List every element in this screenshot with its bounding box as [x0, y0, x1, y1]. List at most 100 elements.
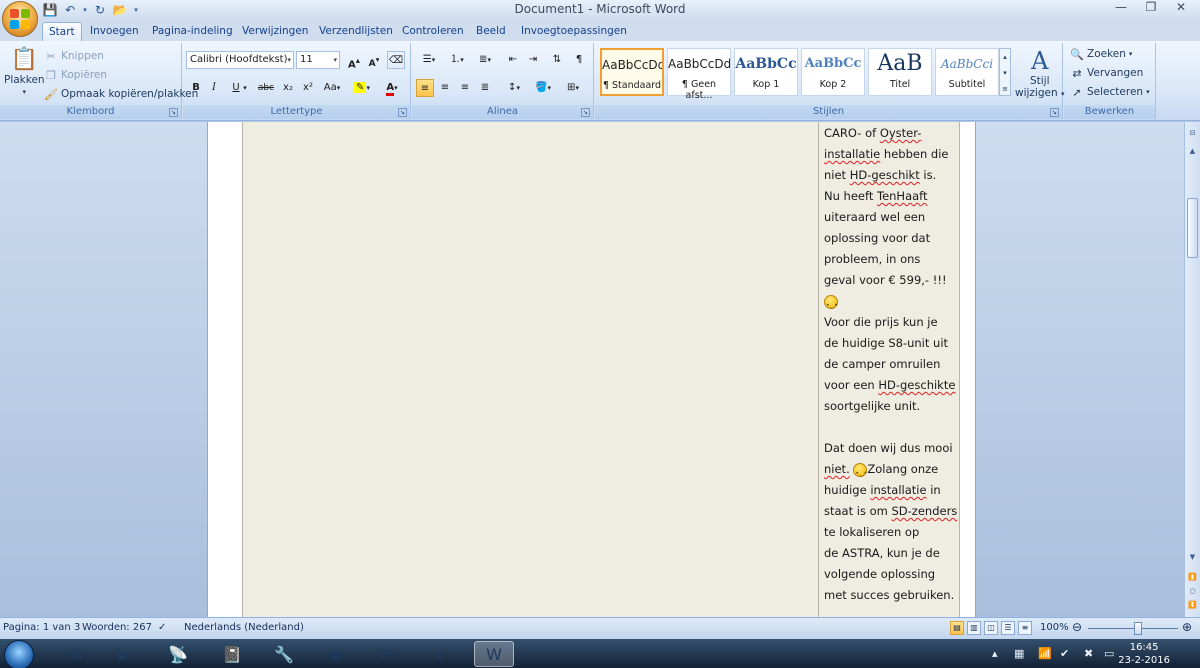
highlight-button[interactable]: ✎ ▾ — [349, 79, 375, 97]
strikethrough-button[interactable]: abc — [255, 79, 277, 97]
clear-formatting-icon[interactable]: ⌫ — [387, 51, 405, 69]
satellite-app-icon[interactable]: 📡 — [158, 641, 198, 667]
scroll-down-icon[interactable]: ▼ — [1186, 550, 1199, 564]
tab-invoegtoepassingen[interactable]: Invoegtoepassingen — [515, 22, 633, 41]
style-kop-1[interactable]: AaBbCc Kop 1 — [734, 48, 798, 96]
change-case-button[interactable]: Aa▾ — [321, 79, 343, 97]
select-button[interactable]: ➚ Selecteren ▾ — [1070, 85, 1149, 99]
style-titel[interactable]: AaB Titel — [868, 48, 932, 96]
paragraph-launcher-icon[interactable]: ↘ — [581, 108, 590, 117]
draft-view-icon[interactable]: ≡ — [1018, 621, 1032, 635]
windows-start-icon[interactable] — [4, 640, 34, 668]
document-text[interactable]: CARO- of Oyster- installatie hebben die … — [824, 123, 964, 606]
cut-button[interactable]: ✂ Knippen — [44, 49, 104, 63]
tab-controleren[interactable]: Controleren — [396, 22, 470, 41]
outline-view-icon[interactable]: ☰ — [1001, 621, 1015, 635]
font-launcher-icon[interactable]: ↘ — [398, 108, 407, 117]
align-right-icon[interactable]: ≡ — [456, 79, 474, 97]
close-button[interactable]: ✕ — [1166, 0, 1196, 16]
zoom-level[interactable]: 100% — [1040, 622, 1069, 633]
shrink-font-button[interactable]: A▾ — [365, 51, 383, 69]
document-page[interactable]: CARO- of Oyster- installatie hebben die … — [207, 122, 976, 617]
style-standaard[interactable]: AaBbCcDd ¶ Standaard — [600, 48, 664, 96]
previous-page-icon[interactable]: ⏫ — [1186, 570, 1199, 584]
style-kop-2[interactable]: AaBbCc Kop 2 — [801, 48, 865, 96]
align-center-icon[interactable]: ≡ — [436, 79, 454, 97]
tab-start[interactable]: Start — [42, 22, 82, 41]
tray-monitor-icon[interactable]: ▭ — [1104, 647, 1114, 660]
bold-button[interactable]: B — [187, 79, 205, 97]
tab-verwijzingen[interactable]: Verwijzingen — [236, 22, 314, 41]
word-count[interactable]: Woorden: 267 — [82, 622, 152, 633]
line-spacing-button[interactable]: ↕▾ — [502, 79, 526, 97]
style-subtitel[interactable]: AaBbCci Subtitel — [935, 48, 999, 96]
styles-gallery-scroll[interactable]: ▴ ▾ ≡ — [999, 48, 1011, 96]
clipboard-launcher-icon[interactable]: ↘ — [169, 108, 178, 117]
find-button[interactable]: 🔍 Zoeken ▾ — [1070, 47, 1132, 61]
next-page-icon[interactable]: ⏬ — [1186, 598, 1199, 612]
tab-pagina-indeling[interactable]: Pagina-indeling — [146, 22, 239, 41]
office-button[interactable] — [2, 1, 38, 37]
page-indicator[interactable]: Pagina: 1 van 3 — [3, 622, 80, 633]
tray-expand-icon[interactable]: ▴ — [992, 647, 998, 660]
sort-icon[interactable]: ⇅ — [548, 51, 566, 69]
volume-muted-icon[interactable]: ✖ — [1084, 647, 1093, 660]
notes-app-icon[interactable]: 📓 — [212, 641, 252, 667]
font-name-combo[interactable]: Calibri (Hoofdtekst) ▾ — [186, 51, 294, 69]
change-styles-button[interactable]: A Stijl wijzigen ▾ — [1015, 47, 1065, 99]
underline-dropdown-icon[interactable]: ▾ — [241, 79, 249, 97]
zoom-slider-thumb[interactable] — [1133, 622, 1142, 635]
replace-button[interactable]: ⇄ Vervangen — [1070, 66, 1143, 80]
minimize-button[interactable]: — — [1106, 0, 1136, 16]
grow-font-button[interactable]: A▴ — [345, 51, 363, 70]
subscript-button[interactable]: x₂ — [279, 79, 297, 97]
full-screen-reading-icon[interactable]: ▥ — [967, 621, 981, 635]
superscript-button[interactable]: x² — [299, 79, 317, 97]
bullets-button[interactable]: ☰▾ — [416, 51, 442, 69]
format-painter-button[interactable]: 🖌 Opmaak kopiëren/plakken — [44, 87, 198, 101]
font-color-button[interactable]: A▾ — [379, 79, 405, 97]
outlook-icon[interactable]: ✉ — [368, 641, 408, 667]
table-cell-left[interactable] — [242, 122, 819, 617]
media-player-icon[interactable]: ▶ — [104, 641, 144, 667]
font-size-combo[interactable]: 11 ▾ — [296, 51, 340, 69]
align-left-icon[interactable]: ≡ — [416, 79, 434, 97]
increase-indent-icon[interactable]: ⇥ — [524, 51, 542, 69]
restore-button[interactable]: ❐ — [1136, 0, 1166, 16]
scroll-up-icon[interactable]: ▲ — [1186, 144, 1199, 158]
italic-button[interactable]: I — [205, 79, 223, 97]
zoom-out-icon[interactable]: ⊖ — [1072, 620, 1082, 634]
multilevel-list-button[interactable]: ≣▾ — [472, 51, 498, 69]
style-geen-afstand[interactable]: AaBbCcDd ¶ Geen afst... — [667, 48, 731, 101]
tab-invoegen[interactable]: Invoegen — [84, 22, 145, 41]
clock[interactable]: 16:45 23-2-2016 — [1118, 641, 1170, 667]
tray-check-icon[interactable]: ✔ — [1060, 647, 1069, 660]
teamviewer-icon[interactable]: ⇆ — [56, 641, 96, 667]
web-layout-icon[interactable]: ◫ — [984, 621, 998, 635]
copy-button[interactable]: ❐ Kopiëren — [44, 68, 107, 82]
zoom-in-icon[interactable]: ⊕ — [1182, 620, 1192, 634]
word-taskbar-icon[interactable]: W — [474, 641, 514, 667]
justify-icon[interactable]: ≣ — [476, 79, 494, 97]
borders-button[interactable]: ⊞▾ — [560, 79, 586, 97]
proofing-icon[interactable]: ✓ — [158, 622, 166, 633]
internet-explorer-icon[interactable]: ℯ — [420, 641, 460, 667]
scroll-thumb[interactable] — [1187, 198, 1198, 258]
tab-verzendlijsten[interactable]: Verzendlijsten — [313, 22, 399, 41]
numbering-button[interactable]: ⒈▾ — [444, 51, 470, 69]
styles-launcher-icon[interactable]: ↘ — [1050, 108, 1059, 117]
browse-object-icon[interactable]: ○ — [1186, 584, 1199, 598]
pilcrow-icon[interactable]: ¶ — [570, 51, 588, 69]
shading-button[interactable]: 🪣▾ — [530, 79, 556, 97]
vertical-scrollbar[interactable]: ⊟ ▲ ▼ ⏫ ○ ⏬ — [1184, 122, 1200, 617]
network-icon[interactable]: 📶 — [1038, 647, 1052, 660]
ruler-toggle-icon[interactable]: ⊟ — [1186, 126, 1199, 140]
tray-app-icon[interactable]: ▦ — [1014, 647, 1024, 660]
picasa-icon[interactable]: ◉ — [316, 641, 356, 667]
print-layout-view-icon[interactable]: ▤ — [950, 621, 964, 635]
paste-button[interactable]: 📋 Plakken ▾ — [4, 47, 45, 96]
tab-beeld[interactable]: Beeld — [470, 22, 512, 41]
decrease-indent-icon[interactable]: ⇤ — [504, 51, 522, 69]
language-indicator[interactable]: Nederlands (Nederland) — [184, 622, 304, 633]
tool-app-icon[interactable]: 🔧 — [264, 641, 304, 667]
